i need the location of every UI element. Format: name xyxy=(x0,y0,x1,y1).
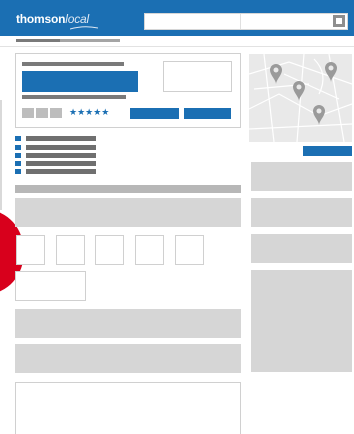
listing-name-block[interactable] xyxy=(22,71,138,92)
sidebar-block xyxy=(251,198,352,227)
map-pin-icon xyxy=(293,81,305,101)
section-header-bar xyxy=(15,185,241,193)
sidebar-block xyxy=(251,234,352,263)
breadcrumb-current xyxy=(16,39,60,42)
contact-line[interactable] xyxy=(26,161,96,166)
map-directions-button[interactable] xyxy=(303,146,352,156)
left-edge-stripe xyxy=(0,100,2,210)
content-block xyxy=(15,198,241,227)
logo-swoosh-icon xyxy=(70,26,98,30)
header-divider xyxy=(0,46,354,47)
search-divider xyxy=(240,14,241,29)
search-input[interactable] xyxy=(144,13,348,30)
photo-thumbnail[interactable] xyxy=(56,235,85,265)
rating-badge-3 xyxy=(50,108,62,118)
logo-local-text: local xyxy=(65,12,89,26)
business-logo-box xyxy=(163,61,232,92)
map-canvas xyxy=(249,54,352,142)
contact-line[interactable] xyxy=(26,136,96,141)
map-pin-icon xyxy=(325,62,337,82)
logo-thomson-text: thomson xyxy=(16,12,66,26)
contact-bullet-icon xyxy=(15,153,21,158)
contact-line[interactable] xyxy=(26,145,96,150)
listing-action-button-1[interactable] xyxy=(130,108,179,119)
listing-action-button-2[interactable] xyxy=(184,108,231,119)
photo-thumbnail[interactable] xyxy=(16,235,45,265)
contact-bullet-icon xyxy=(15,161,21,166)
photo-thumbnail[interactable] xyxy=(175,235,204,265)
search-icon[interactable] xyxy=(333,15,345,27)
listing-address-line xyxy=(22,95,126,99)
photo-thumbnail-wide[interactable] xyxy=(15,271,86,301)
photo-thumbnail[interactable] xyxy=(95,235,124,265)
contact-bullet-icon xyxy=(15,169,21,174)
contact-line[interactable] xyxy=(26,153,96,158)
location-map[interactable] xyxy=(249,54,352,142)
bottom-panel xyxy=(15,382,241,434)
contact-bullet-icon xyxy=(15,136,21,141)
sidebar-block xyxy=(251,162,352,191)
map-pin-icon xyxy=(270,64,282,84)
page: thomsonlocal ★★★★★ xyxy=(0,0,354,434)
map-pin-icon xyxy=(313,105,325,125)
rating-badge-1 xyxy=(22,108,34,118)
site-logo[interactable]: thomsonlocal xyxy=(16,12,89,26)
contact-line[interactable] xyxy=(26,169,96,174)
contact-bullet-icon xyxy=(15,145,21,150)
rating-badge-2 xyxy=(36,108,48,118)
sidebar-ad-block xyxy=(251,270,352,372)
content-block xyxy=(15,309,241,338)
content-block xyxy=(15,344,241,373)
star-rating[interactable]: ★★★★★ xyxy=(69,106,109,118)
listing-category-line xyxy=(22,62,124,66)
photo-thumbnail[interactable] xyxy=(135,235,164,265)
